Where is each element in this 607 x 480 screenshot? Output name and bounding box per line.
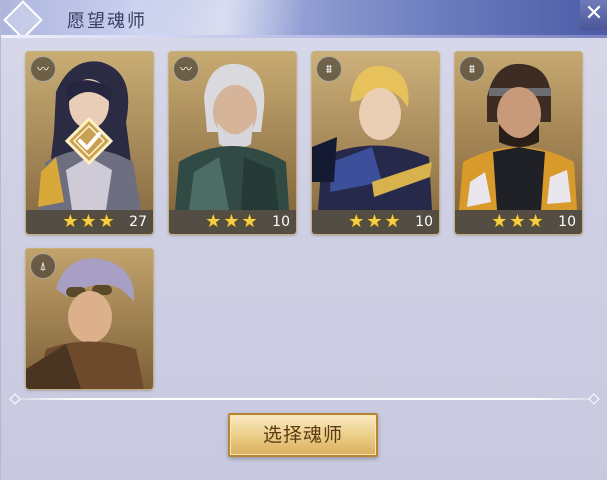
title-bar: 愿望魂师	[1, 0, 607, 38]
hero-level: 10	[272, 214, 290, 230]
tower-icon: ⍋	[30, 253, 56, 279]
fortress-icon: ⩩	[316, 56, 342, 82]
hero-level: 10	[558, 214, 576, 230]
stars-bar: ★★★ 27	[26, 210, 153, 234]
wing-icon: 〰	[30, 56, 56, 82]
title-shine	[121, 0, 381, 38]
hero-level: 27	[129, 214, 147, 230]
fortress-icon: ⩩	[459, 56, 485, 82]
selected-check-icon	[65, 117, 113, 165]
wish-soul-master-panel: 愿望魂师 ✕ 〰 ★★★ 27 〰 ★★★ 10 ⩩ ★★★ 10 ⩩ ★★★ …	[0, 0, 607, 480]
close-button[interactable]: ✕	[580, 0, 607, 30]
panel-title: 愿望魂师	[67, 11, 147, 32]
stars-bar: ★★★ 10	[169, 210, 296, 234]
hero-card-5[interactable]: ⍋	[26, 249, 153, 389]
hero-card-1[interactable]: 〰 ★★★ 27	[26, 52, 153, 234]
wing-icon: 〰	[173, 56, 199, 82]
stars-bar: ★★★ 10	[312, 210, 439, 234]
hero-card-4[interactable]: ⩩ ★★★ 10	[455, 52, 582, 234]
hero-level: 10	[415, 214, 433, 230]
select-soul-master-button[interactable]: 选择魂师	[228, 413, 378, 457]
hero-card-3[interactable]: ⩩ ★★★ 10	[312, 52, 439, 234]
diamond-ornament-icon	[3, 0, 43, 38]
divider	[15, 398, 594, 400]
hero-card-2[interactable]: 〰 ★★★ 10	[169, 52, 296, 234]
stars-bar: ★★★ 10	[455, 210, 582, 234]
